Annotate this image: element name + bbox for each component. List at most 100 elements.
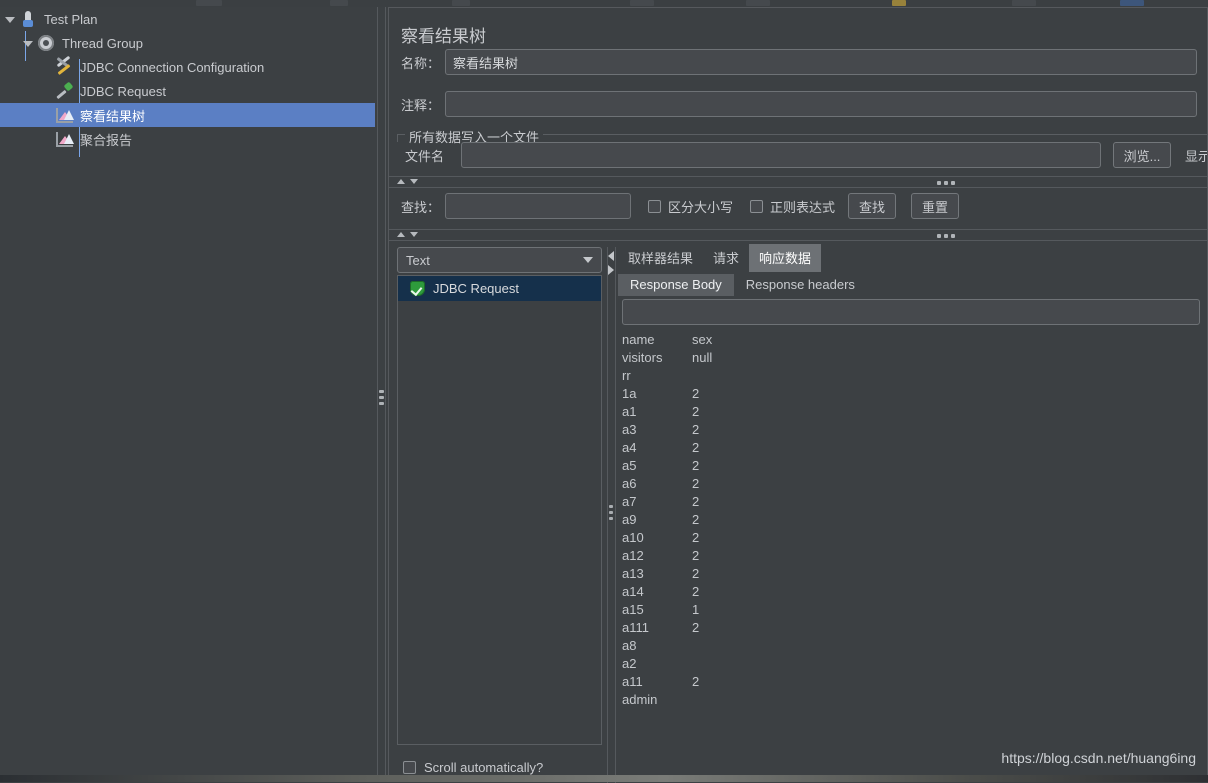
browse-button[interactable]: 浏览...: [1113, 142, 1171, 168]
collapse-right-icon[interactable]: [608, 265, 614, 275]
wrench-screwdriver-icon: [54, 55, 74, 77]
chart-icon: [54, 105, 74, 125]
case-sensitive-checkbox[interactable]: [648, 199, 661, 213]
tree-item-thread-group[interactable]: Thread Group: [0, 31, 375, 55]
response-cell-name: name: [622, 332, 655, 347]
toolbar-icon-a[interactable]: [196, 0, 222, 6]
tree-item-label: Thread Group: [62, 35, 143, 51]
response-cell-name: 1a: [622, 386, 637, 401]
tree-item-test-plan[interactable]: Test Plan: [0, 7, 375, 31]
response-cell-name: a1: [622, 404, 637, 419]
response-sub-tabs[interactable]: Response Body Response headers: [618, 274, 867, 296]
search-input[interactable]: [445, 193, 631, 219]
tree-item-view-results-tree[interactable]: 察看结果树: [0, 103, 375, 127]
tab-sampler-result[interactable]: 取样器结果: [618, 244, 703, 272]
tab-request[interactable]: 请求: [703, 244, 749, 272]
toolbar-icon-b[interactable]: [330, 0, 348, 6]
sampler-result-list[interactable]: JDBC Request: [397, 275, 602, 745]
toolbar-icon-f[interactable]: [1012, 0, 1036, 6]
list-item[interactable]: JDBC Request: [398, 276, 601, 301]
response-cell-name: a15: [622, 602, 644, 617]
response-body-text[interactable]: name sex visitors null rr 1a 2 a1 2 a3 2 a4 2 a5 2 a6 2 a…: [622, 332, 1208, 762]
response-cell-name: a12: [622, 548, 644, 563]
collapse-up-icon[interactable]: [397, 179, 405, 184]
find-button[interactable]: 查找: [848, 193, 897, 219]
toolbar-icon-e[interactable]: [746, 0, 770, 6]
response-row: a1 2: [622, 404, 1208, 422]
app-window: Test Plan Thread Group JDBC Connection C…: [0, 0, 1208, 783]
results-splitter[interactable]: [389, 229, 1208, 241]
name-input[interactable]: [445, 49, 1197, 75]
search-row: 查找： 区分大小写 正则表达式 查找 重置: [401, 193, 960, 219]
splitter-arrows[interactable]: [397, 232, 418, 237]
response-row: admin: [622, 692, 1208, 710]
response-cell-name: a13: [622, 566, 644, 581]
collapse-left-icon[interactable]: [608, 251, 614, 261]
splitter-grip[interactable]: [937, 181, 955, 185]
response-cell-sex: 2: [692, 476, 700, 491]
response-cell-sex: 2: [692, 494, 700, 509]
response-detail-column: 取样器结果 请求 响应数据 Response Body Response hea…: [618, 244, 1208, 783]
comment-label: 注释：: [401, 97, 441, 113]
tree-item-label: Test Plan: [44, 11, 98, 27]
tree-item-jdbc-connection-configuration[interactable]: JDBC Connection Configuration: [0, 55, 375, 79]
collapse-down-icon[interactable]: [410, 232, 418, 237]
response-cell-name: a9: [622, 512, 637, 527]
renderer-select[interactable]: Text: [397, 247, 602, 273]
response-row: a5 2: [622, 458, 1208, 476]
test-plan-tree[interactable]: Test Plan Thread Group JDBC Connection C…: [0, 7, 375, 775]
response-cell-sex: 2: [692, 620, 700, 635]
response-cell-sex: [692, 692, 752, 710]
scroll-automatically-label: Scroll automatically?: [424, 760, 544, 775]
toolbar-icon-d[interactable]: [630, 0, 654, 6]
filename-input[interactable]: [461, 142, 1101, 168]
chevron-down-icon[interactable]: [583, 257, 593, 263]
comment-row: 注释：: [401, 91, 1207, 117]
response-cell-name: a5: [622, 458, 637, 473]
response-cell-name: a111: [622, 620, 649, 635]
tree-item-aggregate-report[interactable]: 聚合报告: [0, 127, 375, 151]
response-row: a4 2: [622, 440, 1208, 458]
view-results-tree-panel: 察看结果树 名称： 注释： 所有数据写入一个文件 文件名 浏览... 显示日志: [388, 7, 1208, 783]
case-sensitive-label: 区分大小写: [668, 199, 734, 215]
regex-checkbox[interactable]: [750, 199, 764, 213]
response-cell-sex: [692, 368, 752, 386]
group-divider-left: [397, 134, 398, 142]
scroll-automatically-row[interactable]: Scroll automatically?: [403, 760, 543, 775]
tab-response-data[interactable]: 响应数据: [749, 244, 822, 272]
main-splitter[interactable]: [375, 7, 388, 775]
splitter-grip[interactable]: [379, 390, 384, 408]
splitter-grip[interactable]: [937, 234, 955, 238]
chevron-down-icon[interactable]: [22, 38, 33, 49]
splitter-arrows[interactable]: [397, 179, 418, 184]
reset-button[interactable]: 重置: [911, 193, 960, 219]
response-cell-sex: 1: [692, 602, 700, 617]
show-log-label[interactable]: 显示日志: [1185, 146, 1208, 165]
scroll-automatically-checkbox[interactable]: [403, 761, 416, 774]
name-row: 名称：: [401, 49, 1207, 75]
toolbar-icon-warning[interactable]: [892, 0, 906, 6]
tab-response-body[interactable]: Response Body: [618, 274, 734, 296]
results-list-column: Text JDBC Request Scroll automatically?: [397, 247, 604, 783]
response-filter-input[interactable]: [622, 299, 1200, 325]
toolbar-icon-g[interactable]: [1120, 0, 1144, 6]
collapse-up-icon[interactable]: [397, 232, 405, 237]
collapse-down-icon[interactable]: [410, 179, 418, 184]
search-label: 查找：: [401, 199, 441, 215]
chevron-down-icon[interactable]: [4, 14, 15, 25]
detail-tabs[interactable]: 取样器结果 请求 响应数据: [618, 244, 822, 272]
search-splitter[interactable]: [389, 176, 1208, 188]
results-detail-splitter[interactable]: [605, 247, 618, 783]
tab-response-headers[interactable]: Response headers: [734, 274, 867, 296]
comment-input[interactable]: [445, 91, 1197, 117]
response-row: a12 2: [622, 548, 1208, 566]
response-row: a111 2: [622, 620, 1208, 638]
tree-item-jdbc-request[interactable]: JDBC Request: [0, 79, 375, 103]
pipette-icon: [54, 81, 74, 101]
toolbar-icon-c[interactable]: [452, 0, 470, 6]
splitter-grip[interactable]: [609, 505, 614, 523]
response-cell-name: a14: [622, 584, 644, 599]
watermark: https://blog.csdn.net/huang6ing: [1001, 750, 1196, 766]
response-row: a14 2: [622, 584, 1208, 602]
response-cell-sex: 2: [692, 422, 700, 437]
